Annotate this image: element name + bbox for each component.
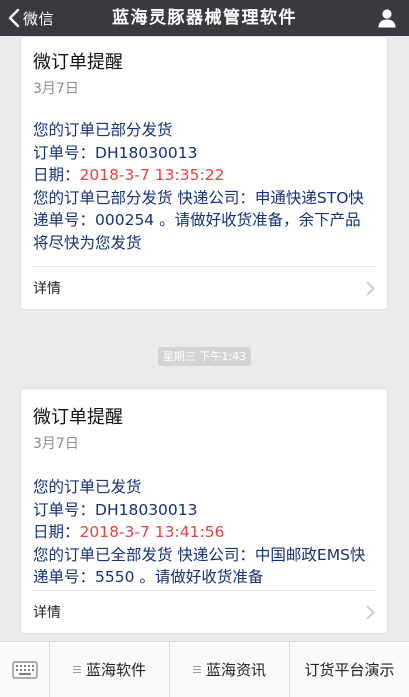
chevron-left-icon [8, 8, 20, 28]
order-datetime: 2018-3-7 13:35:22 [79, 166, 225, 184]
menu-item-order-platform-demo[interactable]: 订货平台演示 [290, 642, 409, 697]
order-detail: 您的订单已全部发货 快递公司：中国邮政EMS快递单号：5550 。请做好收货准备 [33, 545, 366, 587]
menu-item-lanhai-software[interactable]: 蓝海软件 [50, 642, 170, 697]
order-number-row: 订单号：DH18030013 [33, 142, 375, 165]
details-link[interactable]: 详情 [33, 590, 375, 633]
menu-item-label: 订货平台演示 [304, 661, 395, 679]
card-date: 3月7日 [33, 436, 79, 452]
top-nav-bar: 微信 蓝海灵豚器械管理软件 [0, 0, 409, 36]
person-icon [378, 9, 396, 28]
card-date: 3月7日 [33, 81, 79, 97]
menu-item-label: 蓝海软件 [85, 661, 146, 679]
card-content: 您的订单已部分发货 订单号：DH18030013 日期：2018-3-7 13:… [33, 119, 375, 254]
message-card[interactable]: 微订单提醒 3月7日 您的订单已发货 订单号：DH18030013 日期：201… [20, 388, 388, 634]
details-label: 详情 [33, 605, 61, 621]
card-title: 微订单提醒 [33, 407, 123, 428]
back-label: 微信 [23, 9, 55, 28]
details-label: 详情 [33, 281, 61, 297]
menu-item-lanhai-news[interactable]: 蓝海资讯 [170, 642, 290, 697]
timestamp-label: 星期三 下午1:43 [157, 347, 252, 366]
bottom-menu-bar: 蓝海软件 蓝海资讯 订货平台演示 [0, 641, 409, 697]
order-date-label: 日期： [33, 523, 80, 541]
message-timestamp: 星期三 下午1:43 [0, 345, 409, 366]
back-button[interactable]: 微信 [8, 0, 54, 36]
order-number-row: 订单号：DH18030013 [33, 499, 375, 522]
order-number: DH18030013 [95, 143, 198, 162]
order-status: 您的订单已发货 [33, 478, 142, 496]
order-date-label: 日期： [33, 166, 80, 184]
order-status: 您的订单已部分发货 [33, 121, 173, 139]
order-detail: 您的订单已部分发货 快递公司：申通快递STO快递单号：000254 。请做好收货… [33, 188, 364, 252]
chevron-right-icon [366, 281, 375, 295]
keyboard-icon [11, 660, 38, 679]
order-number-label: 订单号： [33, 143, 96, 162]
order-date-row: 日期：2018-3-7 13:41:56 [33, 521, 375, 544]
card-title: 微订单提醒 [33, 52, 123, 73]
keyboard-toggle-button[interactable] [0, 642, 50, 697]
page-title: 蓝海灵豚器械管理软件 [112, 8, 297, 28]
chevron-right-icon [366, 605, 375, 619]
order-datetime: 2018-3-7 13:41:56 [79, 523, 225, 541]
order-date-row: 日期：2018-3-7 13:35:22 [33, 164, 375, 187]
menu-lines-icon [192, 666, 201, 673]
menu-lines-icon [72, 666, 81, 673]
message-card[interactable]: 微订单提醒 3月7日 您的订单已部分发货 订单号：DH18030013 日期：2… [20, 36, 388, 310]
details-link[interactable]: 详情 [33, 266, 375, 309]
profile-button[interactable] [377, 0, 397, 36]
card-content: 您的订单已发货 订单号：DH18030013 日期：2018-3-7 13:41… [33, 476, 375, 589]
menu-item-label: 蓝海资讯 [205, 661, 266, 679]
order-number-label: 订单号： [33, 500, 96, 519]
order-number: DH18030013 [95, 500, 198, 519]
